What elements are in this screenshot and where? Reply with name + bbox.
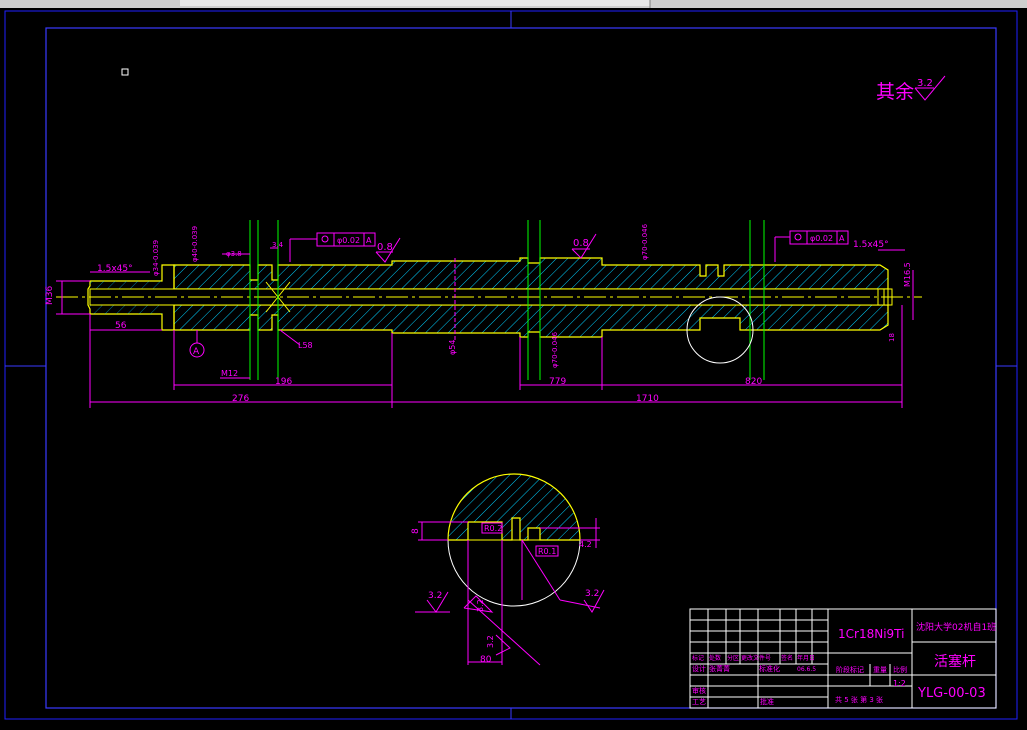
tb-hdr-sign: 签名: [781, 654, 793, 662]
tb-designer: 张菁菁: [709, 664, 730, 673]
detail-width-label: 80: [480, 655, 492, 665]
tb-ratio: 比例: [893, 665, 907, 674]
tb-process-label: 工艺: [692, 698, 706, 706]
groove-depth-label: 3.4: [272, 241, 284, 249]
shaft-upper-section: [173, 257, 889, 290]
rough-left-value: 0.8: [377, 242, 393, 253]
tb-hdr-change: 更改文件号: [741, 654, 771, 662]
tb-hdr-mark: 标记: [692, 654, 704, 662]
tb-review-label: 审核: [692, 686, 706, 695]
tb-school: 沈阳大学02机自1班: [916, 621, 996, 633]
tb-part-name: 活塞杆: [934, 653, 976, 670]
datum-a-label: A: [193, 347, 200, 357]
detail-depth-right: 4.2: [579, 540, 592, 549]
detail-hatched-section: [447, 473, 581, 541]
right-small-label: 18: [888, 333, 896, 342]
inner-bore-label: L58: [298, 341, 313, 350]
left-len-label: 56: [115, 321, 127, 331]
detail-rough-b-value: 3.2: [476, 599, 485, 612]
detail-depth-left: 8: [411, 528, 421, 534]
detail-rough-d-value: 3.2: [486, 635, 495, 648]
rough-mid-value: 0.8: [573, 238, 589, 249]
tb-material: 1Cr18Ni9Ti: [838, 627, 904, 641]
tb-scale: 1:2: [893, 679, 906, 688]
detail-view[interactable]: [418, 473, 600, 666]
tb-hdr-zone: 分区: [727, 654, 739, 662]
tb-sheet: 共 5 张 第 3 张: [835, 695, 883, 704]
tb-weight: 重量: [873, 666, 887, 674]
ucs-marker[interactable]: [121, 68, 129, 76]
tb-standard-label: 标准化: [759, 664, 780, 673]
dim-12-label: M12: [221, 369, 238, 378]
tol-right-value: φ0.02: [810, 234, 833, 243]
right-thread-label: M16.5: [903, 262, 912, 287]
drawing-svg[interactable]: 其余 3.2 φ0.02 A φ0.02 A 0.8 0.8 1.5x45° M…: [0, 0, 1027, 726]
dia-label-1: φ34-0.039: [152, 240, 160, 276]
tol-left-value: φ0.02: [337, 236, 360, 245]
dia-bottom2-label: φ70-0.046: [551, 331, 559, 368]
tb-design-label: 设计: [692, 664, 706, 673]
tb-approve-label: 批准: [760, 697, 774, 706]
tb-date: 06.6.5: [797, 666, 816, 673]
dim-1710-label: 1710: [636, 394, 659, 404]
sheet-outer-border: [4, 10, 1018, 720]
left-dia-label: M36: [45, 286, 55, 305]
dim-196-label: 196: [275, 377, 292, 387]
dia-label-2: φ40-0.039: [191, 226, 199, 262]
detail-r1-label: R0.2: [484, 524, 502, 533]
window-tab-area: [180, 0, 650, 6]
dim-779-label: 779: [549, 377, 566, 387]
dia-mid-label: φ70-0.046: [641, 223, 649, 260]
detail-r2-label: R0.1: [538, 547, 556, 556]
dim-820-label: 820: [745, 377, 762, 387]
tol-right-datum: A: [839, 234, 845, 243]
tb-hdr-count: 处数: [709, 654, 721, 662]
detail-rough-d: [495, 634, 511, 656]
left-chamfer-label: 1.5x45°: [97, 264, 133, 274]
right-chamfer-label: 1.5x45°: [853, 240, 889, 250]
detail-rough-c-value: 3.2: [585, 589, 599, 599]
dia-bottom-label: φ54: [448, 340, 457, 355]
cad-drawing-canvas[interactable]: 其余 3.2 φ0.02 A φ0.02 A 0.8 0.8 1.5x45° M…: [0, 0, 1027, 726]
dim-276-label: 276: [232, 394, 249, 404]
roughness-note-label: 其余: [876, 81, 914, 103]
tolerance-frame-left: [289, 232, 376, 262]
detail-rough-a-value: 3.2: [428, 591, 442, 601]
tb-drawing-no: YLG-00-03: [917, 686, 986, 701]
shaft-lower-section: [173, 304, 889, 338]
roughness-note-value: 3.2: [917, 78, 933, 89]
tb-hdr-date: 年月日: [797, 654, 815, 662]
tol-left-datum: A: [366, 236, 372, 245]
groove-width-label: φ3.8: [226, 250, 242, 258]
tb-stage-mark: 阶段标记: [836, 665, 864, 674]
